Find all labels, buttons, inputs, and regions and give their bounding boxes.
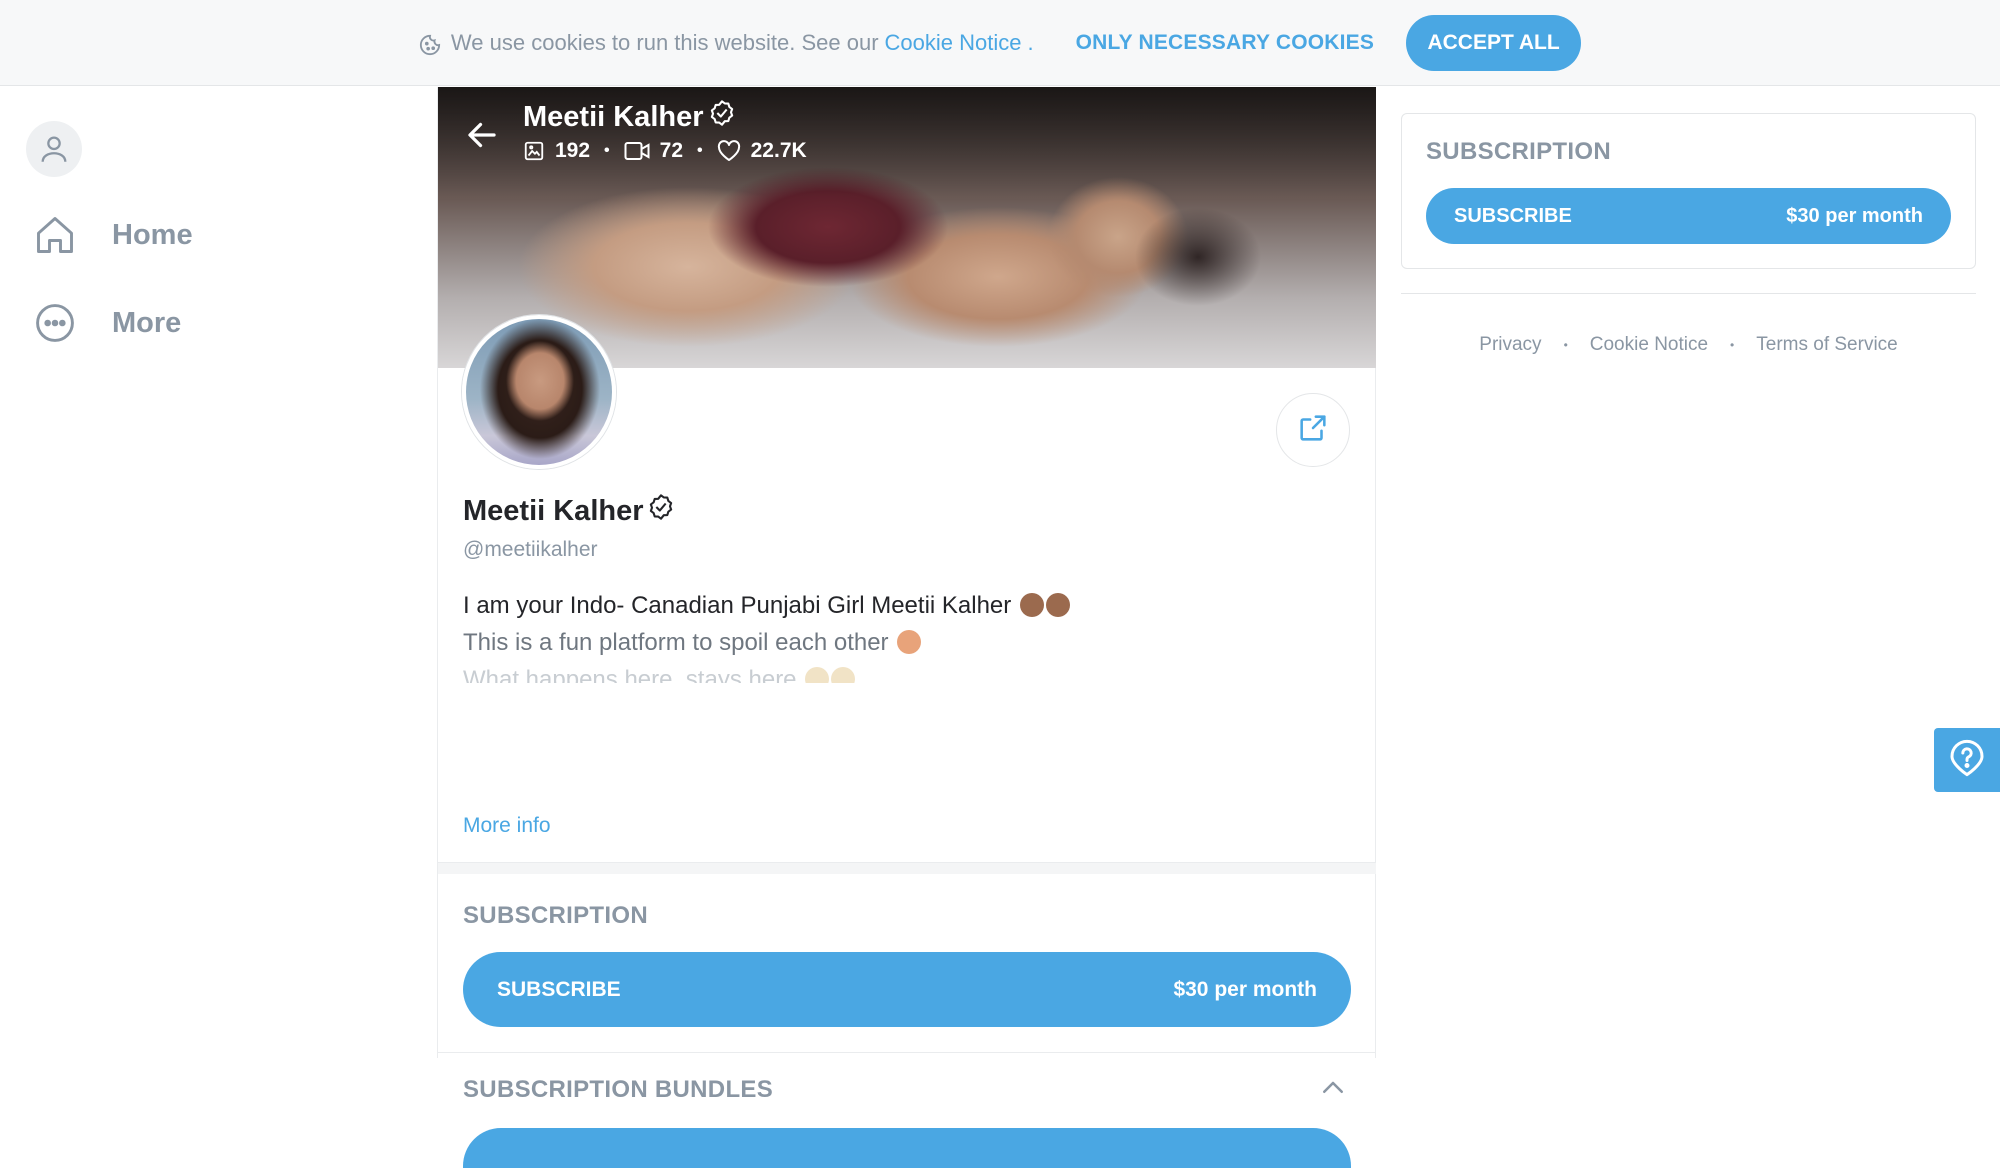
photos-count: 192 (555, 139, 591, 162)
videos-stat: 72 (624, 139, 683, 163)
smile-emoji-icon (805, 667, 830, 683)
cookie-banner-content: We use cookies to run this website. See … (419, 14, 1582, 71)
footer-links: Privacy • Cookie Notice • Terms of Servi… (1401, 334, 1976, 356)
profile-main: Meetii Kalher 192 • 72 • 22.7K Meetii Ka… (437, 87, 1376, 1168)
subscription-card-title: SUBSCRIPTION (1426, 138, 1611, 165)
footer-separator: • (1563, 338, 1568, 352)
terms-of-service-link[interactable]: Terms of Service (1756, 334, 1897, 356)
likes-stat: 22.7K (717, 139, 807, 163)
profile-bio: I am your Indo- Canadian Punjabi Girl Me… (463, 587, 1343, 683)
subscribe-button-right[interactable]: SUBSCRIBE $30 per month (1426, 188, 1951, 244)
cover-profile-name: Meetii Kalher (523, 99, 736, 135)
bio-text: I am your Indo- Canadian Punjabi Girl Me… (463, 592, 1012, 619)
verified-badge-icon (708, 99, 736, 135)
subscribe-price: $30 per month (1173, 977, 1317, 1001)
bio-line: This is a fun platform to spoil each oth… (463, 624, 1343, 661)
help-icon (1947, 738, 1987, 783)
section-divider (438, 1052, 1376, 1053)
cover-name-text: Meetii Kalher (523, 100, 704, 133)
cookie-icon (419, 34, 441, 56)
profile-name: Meetii Kalher (463, 493, 675, 529)
subscription-title: SUBSCRIPTION (463, 902, 648, 929)
smile-emoji-icon (831, 667, 856, 683)
bundle-button[interactable] (463, 1128, 1351, 1168)
cookie-notice-footer-link[interactable]: Cookie Notice (1590, 334, 1708, 356)
stat-separator: • (697, 142, 703, 159)
subscribe-button[interactable]: SUBSCRIBE $30 per month (463, 952, 1351, 1027)
sidebar-item-home[interactable]: Home (32, 212, 193, 258)
photos-stat: 192 (523, 139, 590, 163)
chevron-up-icon[interactable] (1318, 1073, 1348, 1103)
cookie-text: We use cookies to run this website. See … (450, 29, 879, 55)
user-avatar[interactable] (26, 121, 82, 177)
privacy-link[interactable]: Privacy (1479, 334, 1541, 356)
verified-badge-icon (647, 493, 675, 529)
subscribe-price: $30 per month (1786, 204, 1923, 227)
sidebar-item-label: More (112, 306, 182, 339)
footer-separator: • (1730, 338, 1735, 352)
bio-line: I am your Indo- Canadian Punjabi Girl Me… (463, 587, 1343, 624)
profile-name-text: Meetii Kalher (463, 494, 644, 527)
section-divider (438, 862, 1376, 874)
right-panel: SUBSCRIPTION SUBSCRIBE $30 per month Pri… (1376, 87, 2000, 1058)
subscribe-label: SUBSCRIBE (497, 977, 621, 1001)
bio-text: What happens here, stays here (463, 666, 797, 683)
profile-handle: @meetiikalher (463, 538, 598, 561)
stat-separator: • (604, 142, 610, 159)
sidebar-item-label: Home (112, 218, 193, 251)
only-necessary-cookies-button[interactable]: ONLY NECESSARY COOKIES (1076, 31, 1374, 55)
subscribe-label: SUBSCRIBE (1454, 204, 1572, 227)
face-emoji-icon (897, 630, 922, 654)
bundles-title: SUBSCRIPTION BUNDLES (463, 1076, 774, 1103)
bio-text: This is a fun platform to spoil each oth… (463, 629, 889, 656)
sidebar-item-more[interactable]: More (32, 300, 181, 346)
accept-all-button[interactable]: ACCEPT ALL (1406, 14, 1582, 71)
videos-count: 72 (659, 139, 684, 162)
profile-avatar[interactable] (462, 315, 616, 469)
monkey-emoji-icon (1019, 593, 1044, 617)
cover-stats: 192 • 72 • 22.7K (523, 139, 807, 163)
cookie-link-dot: . (1027, 29, 1034, 55)
share-icon (1296, 411, 1330, 450)
monkey-emoji-icon (1045, 593, 1070, 617)
help-button[interactable] (1934, 728, 2000, 792)
cookie-notice-link[interactable]: Cookie Notice (885, 30, 1022, 56)
right-divider (1401, 293, 1976, 294)
home-icon (32, 212, 78, 258)
share-button[interactable] (1276, 393, 1350, 467)
back-arrow-icon[interactable] (464, 117, 504, 157)
more-icon (32, 300, 78, 346)
more-info-link[interactable]: More info (463, 814, 551, 838)
subscription-card: SUBSCRIPTION SUBSCRIBE $30 per month (1401, 113, 1976, 269)
left-sidebar: Home More (0, 87, 437, 1058)
cookie-banner: We use cookies to run this website. See … (0, 0, 2000, 86)
likes-count: 22.7K (750, 139, 807, 162)
bio-line: What happens here, stays here (463, 661, 1343, 683)
